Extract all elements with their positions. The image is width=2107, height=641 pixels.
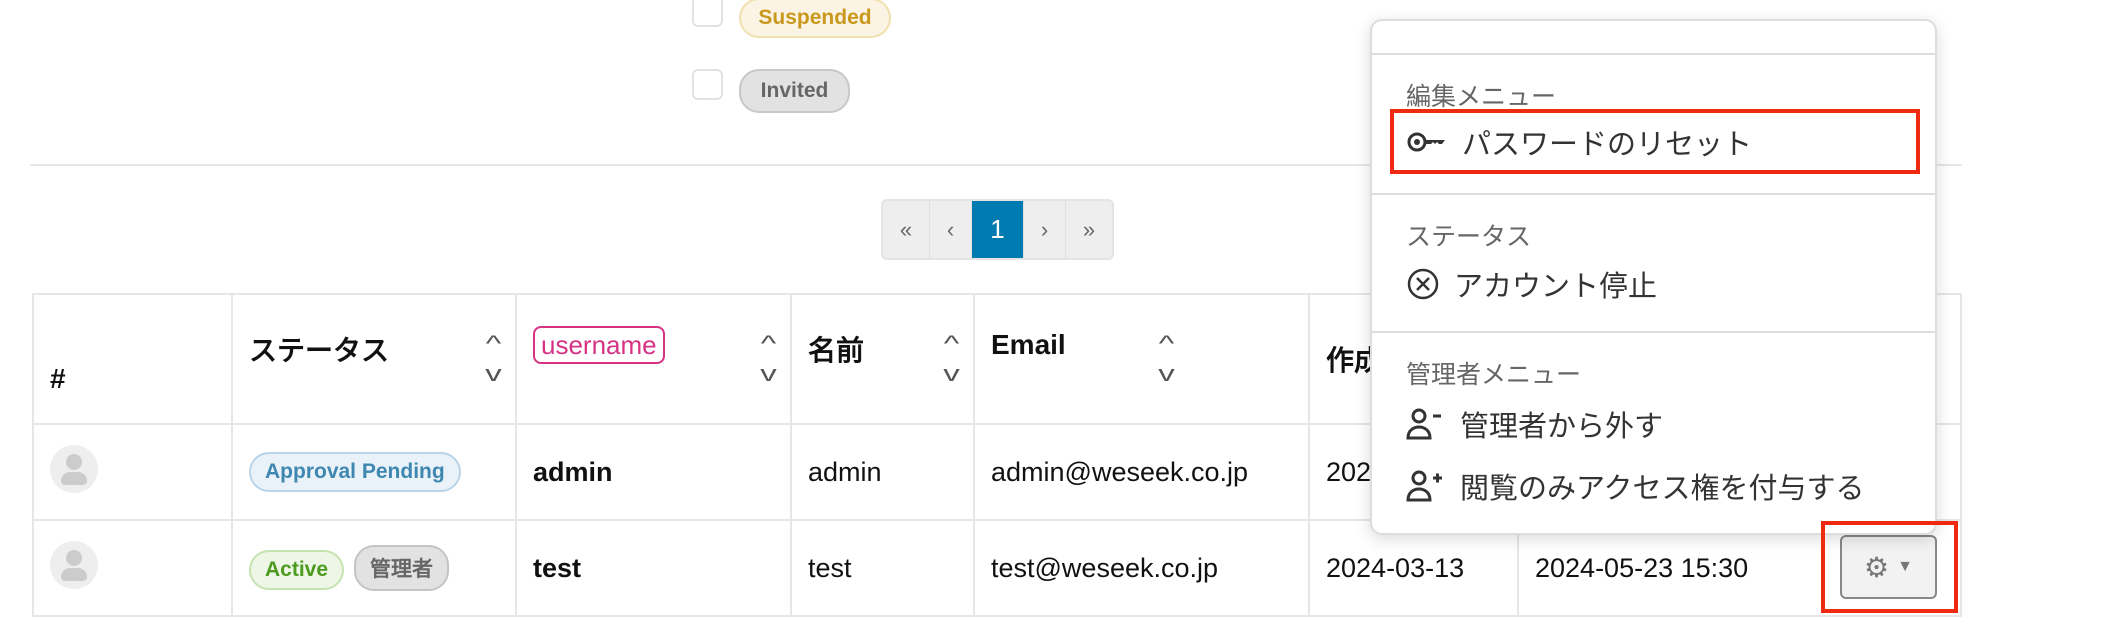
invited-badge: Invited bbox=[739, 69, 850, 113]
sort-icon[interactable]: ^ v bbox=[760, 329, 777, 389]
col-name-label: 名前 bbox=[808, 335, 865, 366]
col-username[interactable]: username ^ v bbox=[515, 293, 792, 425]
invited-checkbox[interactable] bbox=[692, 69, 723, 100]
email: admin@weseek.co.jp bbox=[973, 423, 1310, 521]
col-username-label: username bbox=[533, 326, 665, 364]
email: test@weseek.co.jp bbox=[973, 519, 1310, 617]
user-plus-icon bbox=[1406, 470, 1442, 502]
sort-icon[interactable]: ^ v bbox=[485, 329, 502, 389]
suspended-badge: Suspended bbox=[739, 0, 891, 38]
username: test bbox=[515, 519, 792, 617]
menu-header-admin: 管理者メニュー bbox=[1406, 361, 1582, 389]
pagination: « ‹ 1 › » bbox=[881, 199, 1114, 260]
page-first[interactable]: « bbox=[883, 201, 930, 258]
highlight-reset-password bbox=[1390, 109, 1920, 174]
col-status[interactable]: ステータス ^ v bbox=[231, 293, 517, 425]
col-number: # bbox=[32, 293, 233, 425]
col-status-label: ステータス bbox=[249, 335, 390, 366]
col-name[interactable]: 名前 ^ v bbox=[790, 293, 975, 425]
sort-icon[interactable]: ^ v bbox=[943, 329, 960, 389]
grant-readonly-item[interactable]: 閲覧のみアクセス権を付与する bbox=[1406, 462, 1915, 510]
user-actions-dropdown: 編集メニュー パスワードのリセット ステータス アカウント停止 管理者メニュー … bbox=[1370, 19, 1937, 535]
page-1[interactable]: 1 bbox=[972, 201, 1024, 258]
col-email-label: Email bbox=[991, 329, 1066, 360]
suspend-account-item[interactable]: アカウント停止 bbox=[1406, 260, 1915, 308]
highlight-actions-button bbox=[1821, 521, 1958, 613]
page-last[interactable]: » bbox=[1066, 201, 1112, 258]
page-prev[interactable]: ‹ bbox=[930, 201, 972, 258]
name: test bbox=[790, 519, 975, 617]
suspended-checkbox[interactable] bbox=[692, 0, 723, 27]
page-next[interactable]: › bbox=[1024, 201, 1066, 258]
menu-header-edit: 編集メニュー bbox=[1406, 83, 1557, 111]
status-badge: Approval Pending bbox=[249, 452, 461, 492]
sort-icon[interactable]: ^ v bbox=[1158, 329, 1175, 389]
suspend-account-label: アカウント停止 bbox=[1454, 271, 1658, 303]
grant-readonly-label: 閲覧のみアクセス権を付与する bbox=[1460, 473, 1865, 505]
username: admin bbox=[515, 423, 792, 521]
status-badge: Active bbox=[249, 550, 345, 590]
name: admin bbox=[790, 423, 975, 521]
admin-badge: 管理者 bbox=[354, 545, 450, 591]
remove-admin-label: 管理者から外す bbox=[1460, 411, 1664, 443]
menu-header-status: ステータス bbox=[1406, 223, 1532, 251]
col-email[interactable]: Email ^ v bbox=[973, 293, 1310, 425]
avatar bbox=[50, 540, 98, 589]
user-minus-icon bbox=[1406, 408, 1441, 440]
avatar bbox=[50, 444, 98, 493]
circle-x-icon bbox=[1407, 268, 1439, 300]
remove-admin-item[interactable]: 管理者から外す bbox=[1406, 400, 1915, 448]
